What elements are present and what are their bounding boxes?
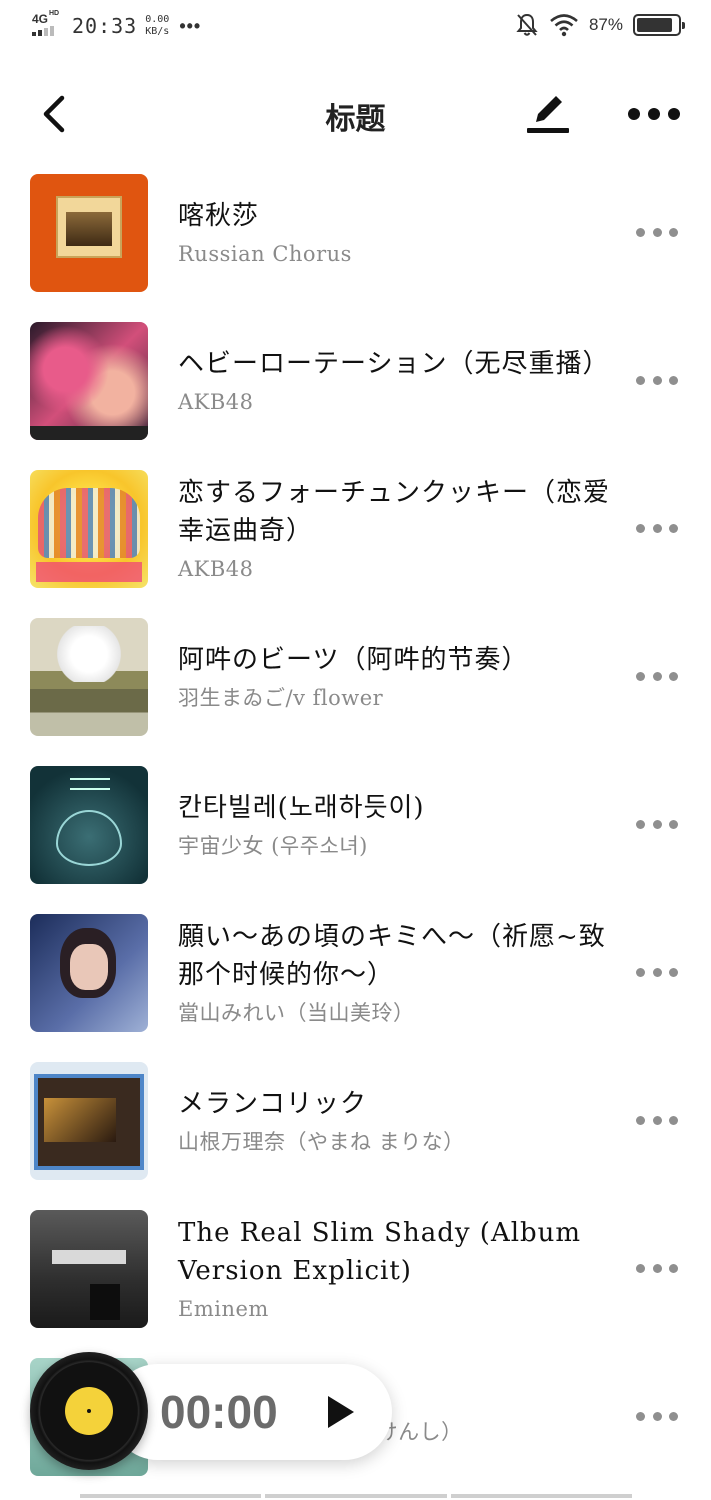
home-indicator [80,1494,632,1498]
song-title: 阿吽のビーツ（阿吽的节奏） [178,645,529,675]
song-title: 喀秋莎 [178,201,260,231]
battery-icon [633,14,685,36]
status-bar: 4G HD 20:33 0.00 KB/s ••• 87% [0,0,711,56]
song-more-button[interactable] [636,664,678,688]
song-artist: 山根万理奈（やまね まりな） [178,1130,465,1154]
top-bar: 标题 [0,82,711,146]
song-more-button[interactable] [636,812,678,836]
signal-icon: 4G HD [32,10,64,40]
notification-more: ••• [179,15,202,36]
wifi-icon [550,14,578,37]
song-title: ヘビーローテーション（无尽重播） [178,349,610,379]
song-row[interactable]: メランコリック 山根万理奈（やまね まりな） [0,1046,711,1194]
album-cover [30,914,148,1032]
song-more-button[interactable] [636,368,678,392]
network-speed: 0.00 KB/s [145,14,169,38]
album-cover [30,174,148,292]
edit-button[interactable] [524,90,572,138]
song-title: 願い～あの頃のキミへ～（祈愿~致那个时候的你～） [178,922,606,990]
song-more-button[interactable] [636,1108,678,1132]
song-artist: Russian Chorus [178,242,352,266]
song-title: 칸타빌레(노래하듯이) [178,793,425,823]
song-row[interactable]: 喀秋莎 Russian Chorus [0,158,711,306]
song-list: 喀秋莎 Russian Chorus ヘビーローテーション（无尽重播） AKB4… [0,158,711,1490]
song-row[interactable]: ヘビーローテーション（无尽重播） AKB48 [0,306,711,454]
song-row[interactable]: 願い～あの頃のキミへ～（祈愿~致那个时候的你～） 當山みれい（当山美玲） [0,898,711,1046]
album-cover [30,470,148,588]
song-artist: 宇宙少女 (우주소녀) [178,834,368,858]
vinyl-disc-icon[interactable] [30,1352,148,1470]
song-more-button[interactable] [636,1256,678,1280]
page-title: 标题 [325,102,386,137]
speed-unit: KB/s [145,26,170,37]
album-cover [30,618,148,736]
bell-off-icon [516,13,538,36]
song-artist: 羽生まゐご/v flower [178,686,384,710]
album-cover [30,322,148,440]
more-options-button[interactable] [628,100,680,128]
song-title: The Real Slim Shady (Album Version Expli… [178,1218,582,1286]
song-more-button[interactable] [636,1404,678,1428]
song-artist: 當山みれい（当山美玲） [178,1001,415,1025]
song-more-button[interactable] [636,220,678,244]
pen-underline-icon [527,96,569,133]
network-hd: HD [49,10,60,17]
song-more-button[interactable] [636,516,678,540]
song-row[interactable]: The Real Slim Shady (Album Version Expli… [0,1194,711,1342]
song-row[interactable]: 恋するフォーチュンクッキー（恋爱幸运曲奇） AKB48 [0,454,711,602]
song-row[interactable]: 칸타빌레(노래하듯이) 宇宙少女 (우주소녀) [0,750,711,898]
network-type: 4G [32,12,49,26]
song-artist: AKB48 [178,390,254,414]
song-title: メランコリック [178,1089,368,1119]
song-artist: Eminem [178,1297,269,1321]
play-button[interactable] [322,1392,358,1432]
song-more-button[interactable] [636,960,678,984]
album-cover [30,1210,148,1328]
album-cover [30,766,148,884]
speed-value: 0.00 [145,14,170,25]
battery-percent: 87% [588,15,623,34]
song-artist: AKB48 [178,557,254,581]
album-cover [30,1062,148,1180]
more-horizontal-icon [628,108,640,120]
song-row[interactable]: 阿吽のビーツ（阿吽的节奏） 羽生まゐご/v flower [0,602,711,750]
play-icon [328,1396,354,1428]
clock: 20:33 [72,14,138,38]
playback-time: 00:00 [160,1386,278,1438]
song-title: 恋するフォーチュンクッキー（恋爱幸运曲奇） [178,478,611,546]
